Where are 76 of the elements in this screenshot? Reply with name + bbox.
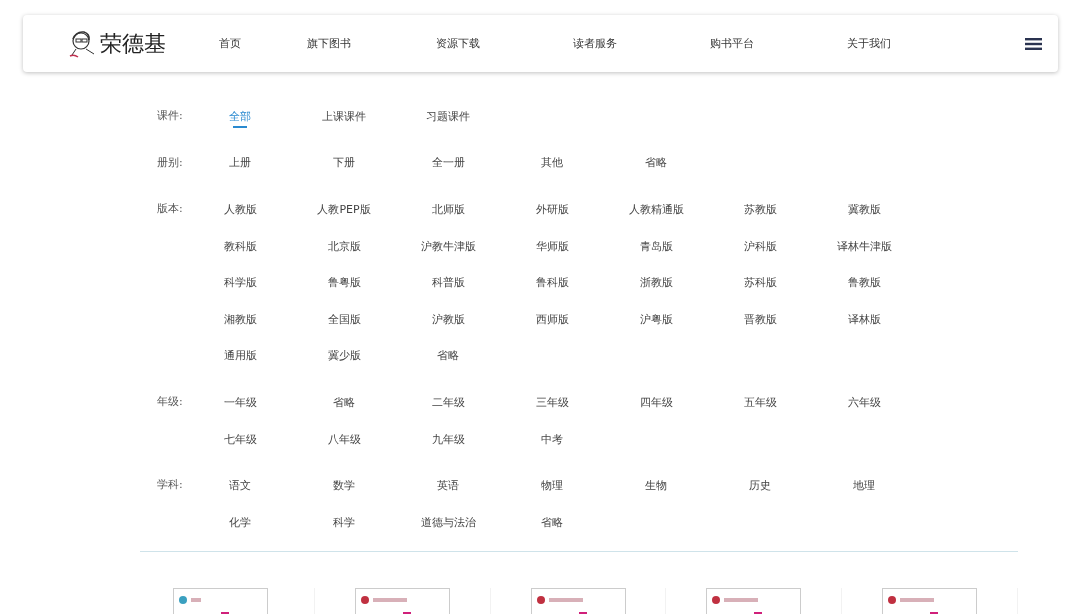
logo-text: 荣德基 xyxy=(100,29,166,58)
nav-link[interactable]: 关于我们 xyxy=(800,36,937,51)
filter-option[interactable]: 青岛版 xyxy=(639,238,673,254)
filter-option[interactable]: 通用版 xyxy=(223,348,257,364)
filter-option[interactable]: 六年级 xyxy=(847,394,881,410)
filter-option[interactable]: 九年级 xyxy=(431,431,465,447)
filter-option[interactable]: 道德与法治 xyxy=(420,514,476,530)
filter-option[interactable]: 科学版 xyxy=(223,275,257,291)
filter-label: 册别: xyxy=(157,154,184,171)
filter-option[interactable]: 地理 xyxy=(853,478,875,494)
filter-option[interactable]: 科学 xyxy=(333,514,355,530)
filter-option[interactable]: 数学 xyxy=(333,478,355,494)
filter-option[interactable]: 湘教版 xyxy=(223,311,257,327)
filter-option[interactable]: 省略 xyxy=(437,348,459,364)
filter-option[interactable]: 晋教版 xyxy=(743,311,777,327)
nav-link[interactable]: 首页 xyxy=(219,36,269,51)
filter-option[interactable]: 鲁科版 xyxy=(535,275,569,291)
filter-option[interactable]: 上课课件 xyxy=(322,108,366,124)
filter-option[interactable]: 全国版 xyxy=(327,311,361,327)
filter-option[interactable]: 七年级 xyxy=(223,431,257,447)
nav-link[interactable]: 资源下载 xyxy=(389,36,526,51)
filter-label: 学科: xyxy=(157,477,184,494)
filter-option[interactable]: 译林版 xyxy=(847,311,881,327)
filter-option[interactable]: 习题课件 xyxy=(426,108,470,124)
filter-option[interactable]: 浙教版 xyxy=(639,275,673,291)
filter-option[interactable]: 上册 xyxy=(229,155,251,171)
nav-link[interactable]: 读者服务 xyxy=(526,36,663,51)
filter-option[interactable]: 沪教牛津版 xyxy=(420,238,476,254)
logo-icon xyxy=(68,28,96,59)
filter-option[interactable]: 一年级 xyxy=(223,394,257,410)
filter-option[interactable]: 苏科版 xyxy=(743,275,777,291)
filter-option[interactable]: 沪教版 xyxy=(431,311,465,327)
filter-option[interactable]: 省略 xyxy=(645,155,667,171)
filter-option[interactable]: 华师版 xyxy=(535,238,569,254)
filter-option[interactable]: 科普版 xyxy=(431,275,465,291)
filter-option[interactable]: 省略 xyxy=(333,394,355,410)
filter-option[interactable]: 西师版 xyxy=(535,311,569,327)
filter-option[interactable]: 五年级 xyxy=(743,394,777,410)
filter-option[interactable]: 语文 xyxy=(229,478,251,494)
filter-option[interactable]: 冀少版 xyxy=(327,348,361,364)
filter-option[interactable]: 二年级 xyxy=(431,394,465,410)
filter-option[interactable]: 物理 xyxy=(541,478,563,494)
filter-option[interactable]: 外研版 xyxy=(535,202,569,217)
filter-option[interactable]: 英语 xyxy=(437,478,459,494)
filter-option[interactable]: 教科版 xyxy=(223,238,257,254)
filter-label: 版本: xyxy=(157,201,184,218)
filter-option[interactable]: 生物 xyxy=(645,478,667,494)
filter-option[interactable]: 译林牛津版 xyxy=(836,238,892,254)
filter-option[interactable]: 人教版 xyxy=(223,202,257,217)
filter-option[interactable]: 苏教版 xyxy=(743,202,777,217)
filter-option[interactable]: 三年级 xyxy=(535,394,569,410)
filter-option[interactable]: 沪粤版 xyxy=(639,311,673,327)
filter-option[interactable]: 化学 xyxy=(229,514,251,530)
filter-option[interactable]: 沪科版 xyxy=(743,238,777,254)
filter-option[interactable]: 八年级 xyxy=(327,431,361,447)
nav-link[interactable]: 购书平台 xyxy=(663,36,800,51)
filter-option[interactable]: 下册 xyxy=(333,155,355,171)
filter-option[interactable]: 鲁粤版 xyxy=(327,275,361,291)
filter-option[interactable]: 四年级 xyxy=(639,394,673,410)
filter-option[interactable]: 其他 xyxy=(541,155,563,171)
menu-icon[interactable] xyxy=(1025,37,1042,50)
filter-option[interactable]: 中考 xyxy=(541,431,563,447)
filter-option[interactable]: 北师版 xyxy=(431,202,465,217)
nav-link[interactable]: 旗下图书 xyxy=(269,36,389,51)
filter-option[interactable]: 全部 xyxy=(229,108,251,124)
active-underline xyxy=(233,126,247,128)
filter-option[interactable]: 人教精通版 xyxy=(628,202,684,217)
filter-option[interactable]: 省略 xyxy=(541,514,563,530)
filter-label: 课件: xyxy=(157,108,184,124)
filter-option[interactable]: 北京版 xyxy=(327,238,361,254)
filter-option[interactable]: 鲁教版 xyxy=(847,275,881,291)
filter-option[interactable]: 冀教版 xyxy=(847,202,881,217)
filter-option[interactable]: 人教PEP版 xyxy=(317,202,371,217)
filter-label: 年级: xyxy=(157,394,184,411)
filter-option[interactable]: 历史 xyxy=(749,478,771,494)
filter-option[interactable]: 全一册 xyxy=(431,155,465,171)
